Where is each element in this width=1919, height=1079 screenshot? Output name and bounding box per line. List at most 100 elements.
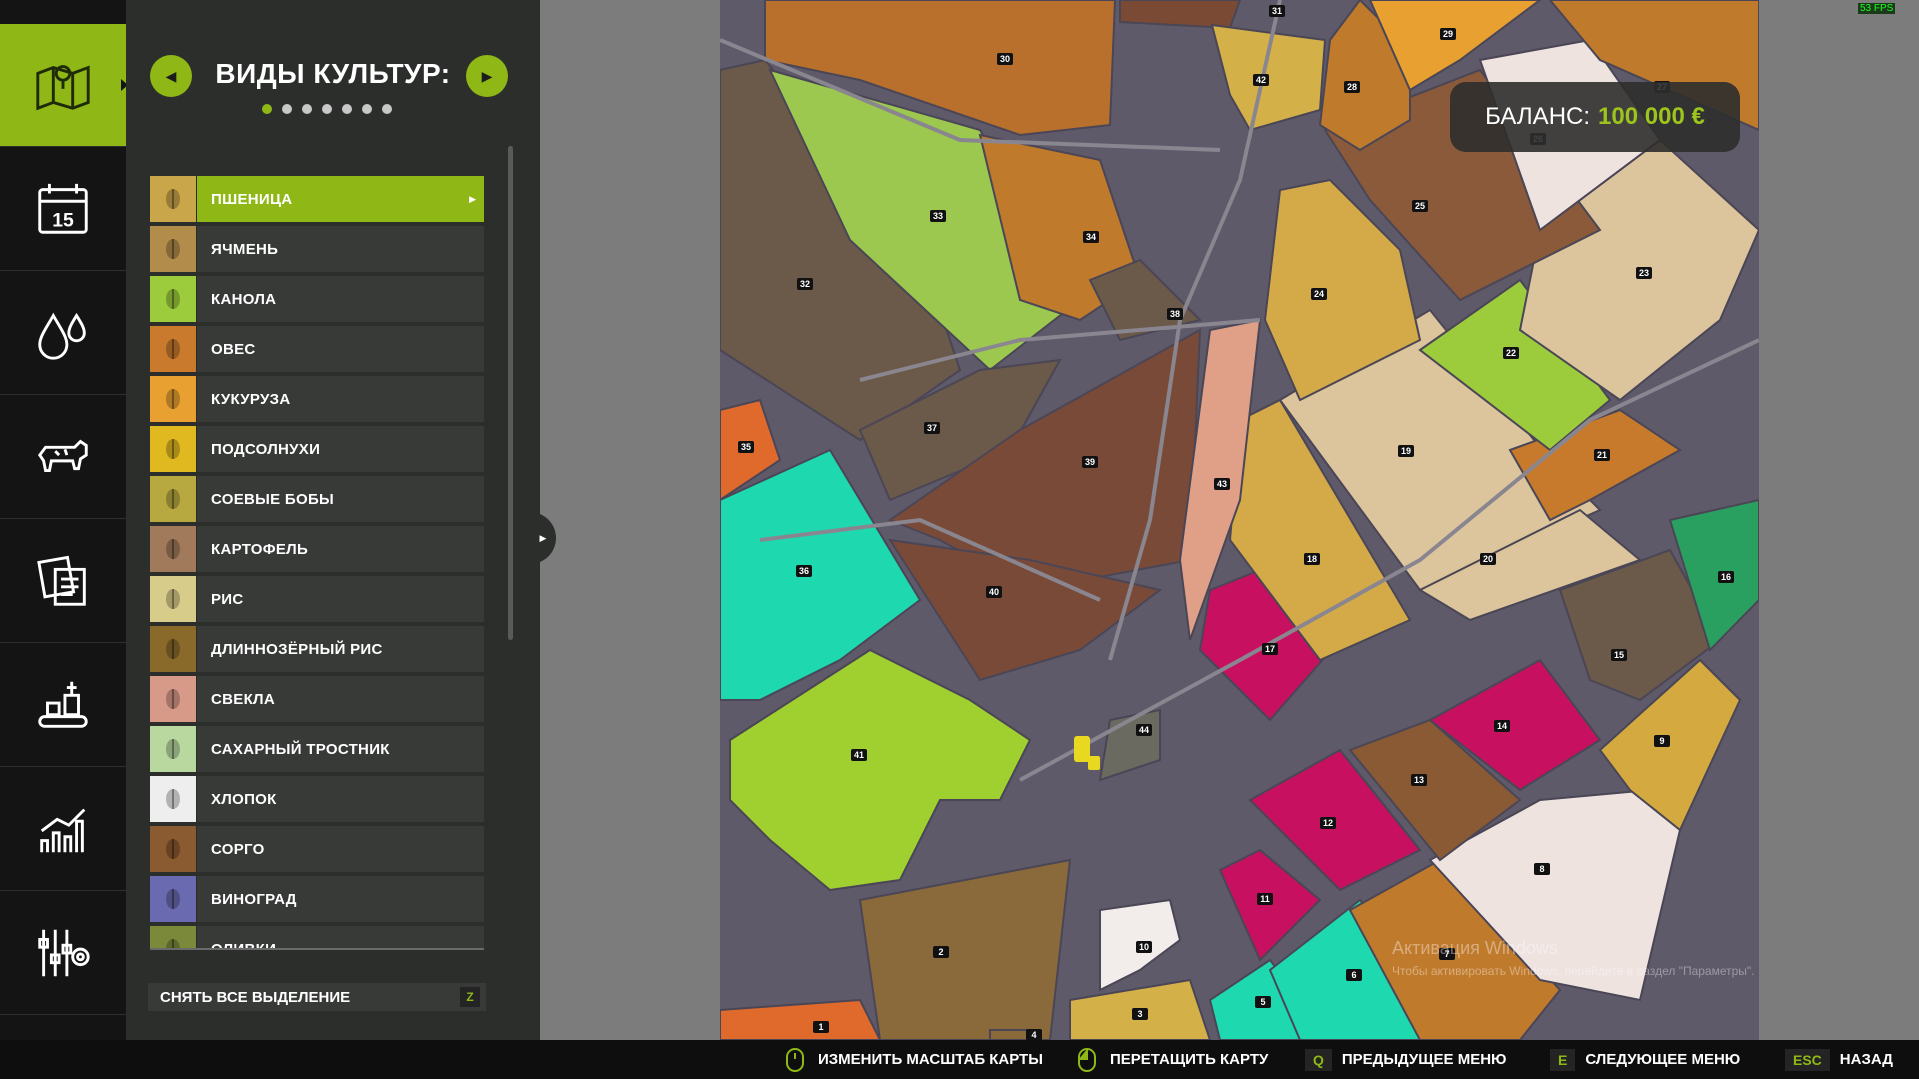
- crop-item[interactable]: КАНОЛА: [150, 276, 484, 322]
- key-q: Q: [1305, 1048, 1332, 1071]
- sidebar-weather-button[interactable]: [0, 272, 126, 395]
- key-e: E: [1550, 1048, 1576, 1071]
- crop-item[interactable]: КАРТОФЕЛЬ: [150, 526, 484, 572]
- field-number-label: 44: [1139, 725, 1149, 735]
- crop-list-scrollbar[interactable]: [508, 146, 513, 640]
- key-esc: ESC: [1785, 1048, 1830, 1071]
- field-number-label: 8: [1539, 864, 1544, 874]
- map-field[interactable]: [1119, 0, 1242, 30]
- sidebar-icon-bar: 15: [0, 0, 128, 1040]
- crop-item[interactable]: ПОДСОЛНУХИ: [150, 426, 484, 472]
- page-dot[interactable]: [262, 104, 272, 114]
- crop-label: ПШЕНИЦА: [211, 190, 293, 208]
- crop-label: ПОДСОЛНУХИ: [211, 440, 321, 458]
- collapse-panel-button[interactable]: ▶: [530, 512, 556, 564]
- page-dot[interactable]: [382, 104, 392, 114]
- hint-drag-label: ПЕРЕТАЩИТЬ КАРТУ: [1110, 1051, 1269, 1068]
- crop-item[interactable]: СОЕВЫЕ БОБЫ: [150, 476, 484, 522]
- page-dot[interactable]: [322, 104, 332, 114]
- clear-selection-button[interactable]: СНЯТЬ ВСЕ ВЫДЕЛЕНИЕ Z: [148, 983, 486, 1011]
- field-number-label: 24: [1314, 289, 1324, 299]
- field-number-label: 20: [1483, 554, 1493, 564]
- hint-next-label: СЛЕДУЮЩЕЕ МЕНЮ: [1585, 1051, 1741, 1068]
- balance-value: 100 000 €: [1598, 103, 1705, 130]
- crop-item[interactable]: ХЛОПОК: [150, 776, 484, 822]
- sidebar-animals-button[interactable]: [0, 396, 126, 519]
- field-number-label: 10: [1139, 942, 1149, 952]
- crop-icon: [150, 626, 197, 672]
- hint-drag-map[interactable]: ПЕРЕТАЩИТЬ КАРТУ: [1076, 1040, 1268, 1079]
- field-number-label: 6: [1351, 970, 1356, 980]
- crop-icon: [150, 726, 197, 772]
- sidebar-statistics-button[interactable]: [0, 768, 126, 891]
- field-number-label: 18: [1307, 554, 1317, 564]
- cow-icon: [37, 439, 88, 473]
- crop-label: ВИНОГРАД: [211, 890, 297, 908]
- input-hints-bar: ИЗМЕНИТЬ МАСШТАБ КАРТЫ ПЕРЕТАЩИТЬ КАРТУ …: [0, 1040, 1919, 1079]
- sidebar-settings-button[interactable]: [0, 892, 126, 1015]
- field-number-label: 16: [1721, 572, 1731, 582]
- field-number-label: 30: [1000, 54, 1010, 64]
- list-divider: [150, 948, 484, 950]
- hint-previous-menu[interactable]: Q ПРЕДЫДУЩЕЕ МЕНЮ: [1305, 1040, 1507, 1079]
- next-page-button[interactable]: ▶: [466, 55, 508, 97]
- field-number-label: 17: [1265, 644, 1275, 654]
- hint-zoom-map[interactable]: ИЗМЕНИТЬ МАСШТАБ КАРТЫ: [784, 1040, 1043, 1079]
- field-number-label: 13: [1414, 775, 1424, 785]
- field-number-label: 14: [1497, 721, 1507, 731]
- sidebar-production-button[interactable]: [0, 644, 126, 767]
- farm-map[interactable]: 1 2 3 4 5 6 7 8 9 10 11 12 13 14 15 16 17 18 19 20 21 22 23 24 2…: [720, 0, 1759, 1040]
- hint-previous-label: ПРЕДЫДУЩЕЕ МЕНЮ: [1341, 1051, 1507, 1068]
- crop-types-panel: ◀ ВИДЫ КУЛЬТУР: ▶ ПШЕНИЦА ▶ ЯЧМЕНЬ КАНОЛА ОВ…: [126, 0, 540, 1040]
- crop-item[interactable]: СВЕКЛА: [150, 676, 484, 722]
- crop-icon: [150, 526, 197, 572]
- page-dot[interactable]: [302, 104, 312, 114]
- crop-item[interactable]: ВИНОГРАД: [150, 876, 484, 922]
- crop-item[interactable]: РИС: [150, 576, 484, 622]
- hint-next-menu[interactable]: E СЛЕДУЮЩЕЕ МЕНЮ: [1550, 1040, 1740, 1079]
- field-number-label: 2: [938, 947, 943, 957]
- crop-item[interactable]: ПШЕНИЦА ▶: [150, 176, 484, 222]
- field-number-label: 42: [1256, 75, 1266, 85]
- crop-label: САХАРНЫЙ ТРОСТНИК: [211, 740, 390, 758]
- crop-item[interactable]: КУКУРУЗА: [150, 376, 484, 422]
- clear-selection-label: СНЯТЬ ВСЕ ВЫДЕЛЕНИЕ: [160, 988, 351, 1006]
- balance-label: БАЛАНС:: [1485, 103, 1591, 130]
- field-number-label: 25: [1415, 201, 1425, 211]
- crop-label: КАРТОФЕЛЬ: [211, 540, 309, 558]
- field-number-label: 5: [1260, 997, 1265, 1007]
- crop-item[interactable]: ДЛИННОЗЁРНЫЙ РИС: [150, 626, 484, 672]
- settings-icon: [38, 929, 90, 977]
- crop-item[interactable]: ОЛИВКИ: [150, 926, 484, 948]
- chevron-right-icon: ▶: [469, 193, 476, 204]
- crop-item[interactable]: ЯЧМЕНЬ: [150, 226, 484, 272]
- page-dot[interactable]: [342, 104, 352, 114]
- map-canvas[interactable]: 1234567891011121314151617181920212223242…: [720, 0, 1759, 1040]
- hint-back[interactable]: ESC НАЗАД: [1785, 1040, 1893, 1079]
- page-dot[interactable]: [362, 104, 372, 114]
- field-number-label: 41: [854, 750, 864, 760]
- crop-item[interactable]: СОРГО: [150, 826, 484, 872]
- field-number-label: 12: [1323, 818, 1333, 828]
- crop-icon: [150, 676, 197, 722]
- hint-zoom-label: ИЗМЕНИТЬ МАСШТАБ КАРТЫ: [818, 1051, 1043, 1068]
- crop-icon: [150, 376, 197, 422]
- crop-item[interactable]: ОВЕС: [150, 326, 484, 372]
- crop-label: СОЕВЫЕ БОБЫ: [211, 490, 335, 508]
- crop-icon: [150, 876, 197, 922]
- crop-label: ХЛОПОК: [211, 790, 277, 808]
- sidebar-contracts-button[interactable]: [0, 520, 126, 643]
- crop-icon: [150, 326, 197, 372]
- page-dot[interactable]: [282, 104, 292, 114]
- sidebar-calendar-button[interactable]: 15: [0, 148, 126, 271]
- windows-activation-watermark: Активация Windows: [1392, 938, 1558, 958]
- sidebar-map-button[interactable]: [0, 24, 128, 147]
- field-number-label: 4: [1031, 1030, 1036, 1040]
- crop-icon: [150, 226, 197, 272]
- mouse-left-icon: [1078, 1047, 1096, 1072]
- map-icon: [36, 65, 90, 111]
- crop-item[interactable]: САХАРНЫЙ ТРОСТНИК: [150, 726, 484, 772]
- fps-counter: 53 FPS: [1858, 3, 1896, 14]
- field-number-label: 37: [927, 423, 937, 433]
- page-indicator: [262, 104, 392, 114]
